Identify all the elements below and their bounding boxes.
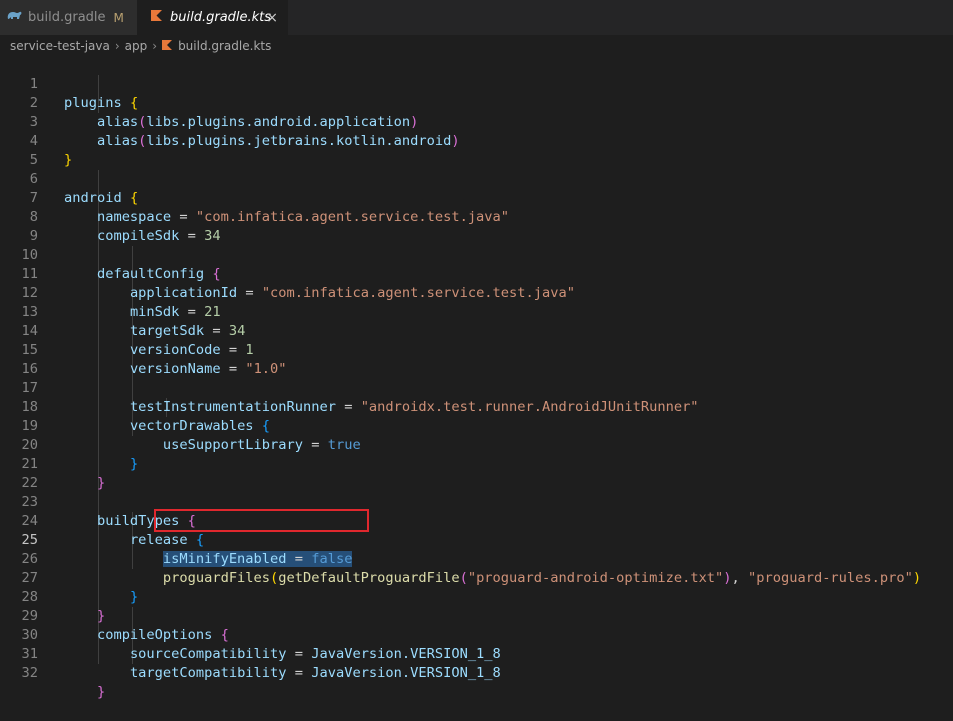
code-line: 14 versionCode = 1 [0, 303, 953, 358]
code-line: 17 testInstrumentationRunner = "androidx… [0, 360, 953, 415]
code-line: 9 [0, 208, 953, 244]
breadcrumb-item-file[interactable]: build.gradle.kts [178, 39, 271, 53]
code-line: 4 } [0, 113, 953, 168]
code-line: 13 targetSdk = 34 [0, 284, 953, 339]
code-line: 29 compileOptions { [0, 588, 953, 643]
kotlin-icon [162, 39, 173, 53]
code-line-current: 25 isMinifyEnabled = false [0, 512, 953, 567]
code-line: 28 } [0, 569, 953, 624]
code-line: 15 versionName = "1.0" [0, 322, 953, 377]
code-line: 32 } [0, 645, 953, 700]
code-line: 21 } [0, 436, 953, 491]
kotlin-icon [151, 10, 162, 25]
annotation-highlight-box [154, 509, 369, 532]
code-line: 24 release { [0, 493, 953, 548]
chevron-right-icon: › [114, 38, 120, 53]
code-line: 2 alias(libs.plugins.android.application… [0, 75, 953, 130]
modified-badge: M [113, 10, 124, 25]
code-line: 5 [0, 132, 953, 168]
code-token: targetCompatibility [129, 665, 287, 681]
code-token: JavaVersion.VERSION_1_8 [311, 665, 501, 681]
code-line: 19 useSupportLibrary = true [0, 398, 953, 453]
tab-build-gradle-kts[interactable]: build.gradle.kts × [137, 0, 288, 35]
code-line: 26 proguardFiles(getDefaultProguardFile(… [0, 531, 953, 586]
code-line: 10 defaultConfig { [0, 227, 953, 282]
code-line: 30 sourceCompatibility = JavaVersion.VER… [0, 607, 953, 662]
code-line: 8 compileSdk = 34 [0, 189, 953, 244]
code-line: 31 targetCompatibility = JavaVersion.VER… [0, 626, 953, 681]
code-line: 22 [0, 455, 953, 491]
tab-label: build.gradle [28, 10, 106, 25]
code-editor[interactable]: 1 plugins { 2 alias(libs.plugins.android… [0, 56, 953, 700]
code-line: 6 android { [0, 151, 953, 206]
code-line: 20 } [0, 417, 953, 472]
code-line: 23 buildTypes { [0, 474, 953, 529]
code-line: 16 [0, 341, 953, 377]
line-number: 32 [21, 665, 38, 681]
breadcrumb-item-app[interactable]: app [125, 39, 148, 53]
close-icon[interactable]: × [266, 10, 278, 26]
tab-label: build.gradle.kts [170, 10, 272, 25]
gradle-elephant-icon [6, 10, 22, 26]
tab-build-gradle[interactable]: build.gradle M [0, 0, 137, 35]
chevron-right-icon: › [152, 38, 158, 53]
code-line: 7 namespace = "com.infatica.agent.servic… [0, 170, 953, 225]
editor-tab-bar: build.gradle M build.gradle.kts × [0, 0, 953, 35]
code-line: 27 } [0, 550, 953, 605]
code-line: 1 plugins { [0, 56, 953, 111]
code-line: 18 vectorDrawables { [0, 379, 953, 434]
code-line: 11 applicationId = "com.infatica.agent.s… [0, 246, 953, 301]
code-line: 12 minSdk = 21 [0, 265, 953, 320]
breadcrumb-item-project[interactable]: service-test-java [10, 39, 110, 53]
breadcrumb: service-test-java › app › build.gradle.k… [0, 35, 953, 56]
code-line: 3 alias(libs.plugins.jetbrains.kotlin.an… [0, 94, 953, 149]
